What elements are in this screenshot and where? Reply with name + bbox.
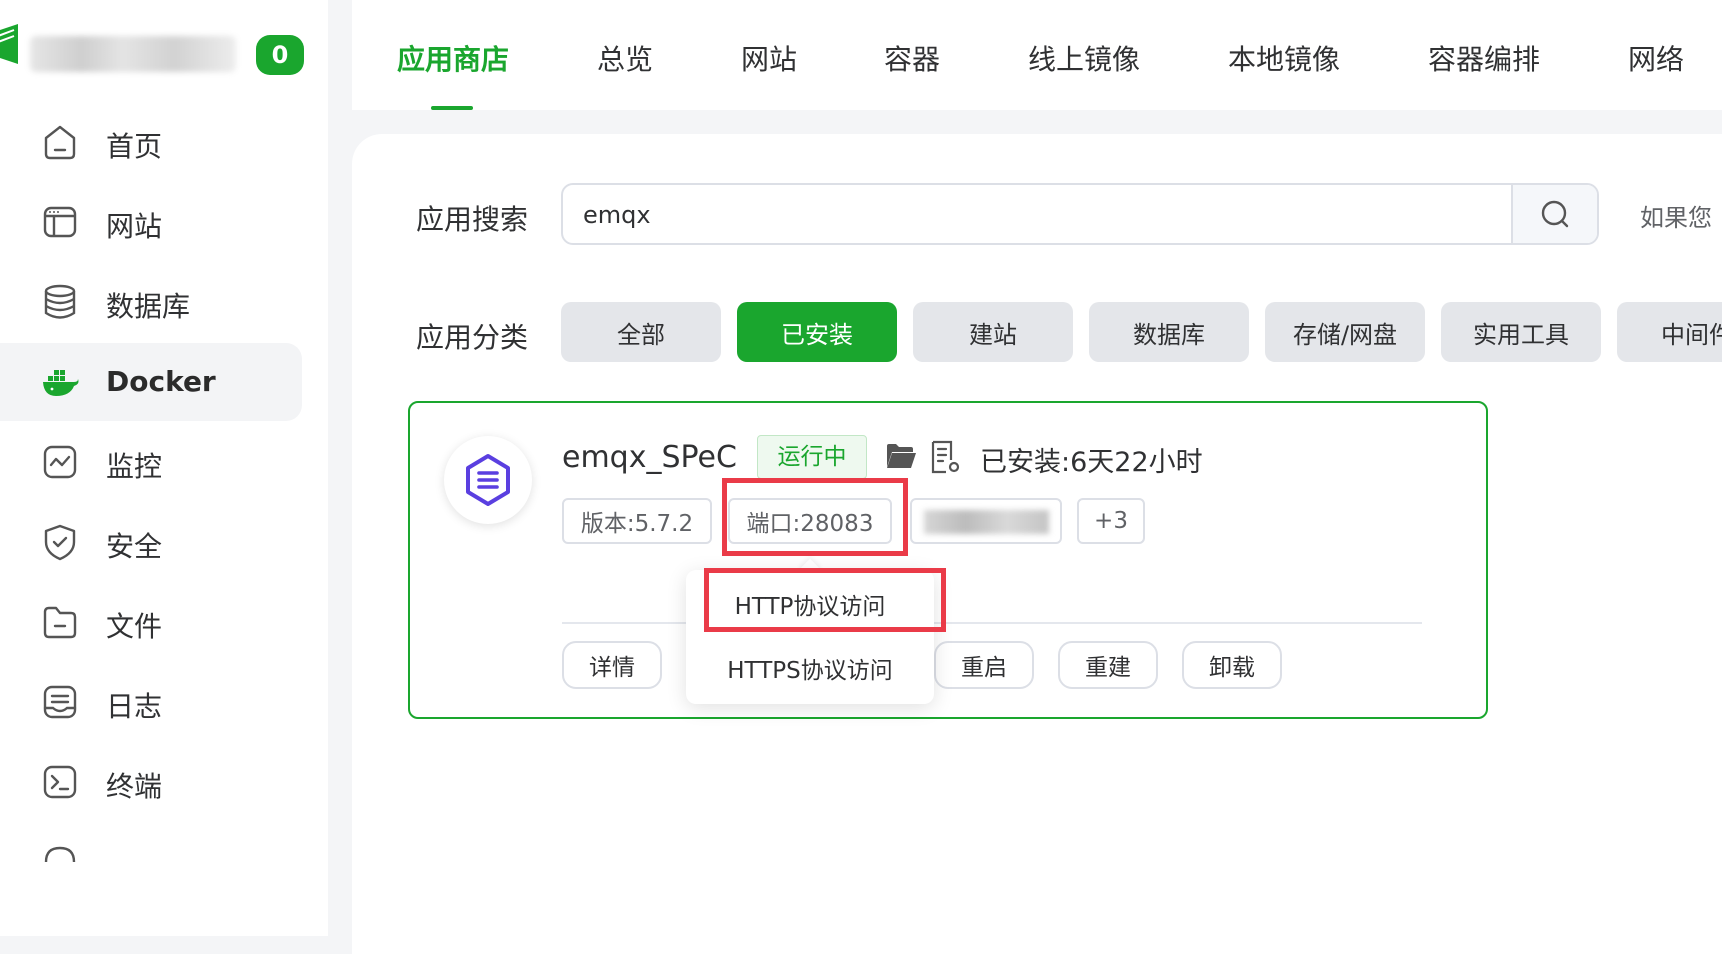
installed-duration: 已安装:6天22小时 xyxy=(980,447,1203,478)
tab-online-images[interactable]: 线上镜像 xyxy=(1028,38,1140,78)
sidebar-item-security[interactable]: 安全 xyxy=(0,503,302,581)
emqx-logo-icon xyxy=(466,454,510,506)
https-access-item[interactable]: HTTPS协议访问 xyxy=(686,640,934,696)
sidebar-item-label: 安全 xyxy=(106,530,163,563)
blurred-tag xyxy=(910,498,1062,544)
search-box xyxy=(561,183,1599,245)
logo-name-blurred xyxy=(30,36,236,72)
details-button[interactable]: 详情 xyxy=(562,641,662,689)
sidebar-item-logs[interactable]: 日志 xyxy=(0,663,302,741)
uninstall-button[interactable]: 卸载 xyxy=(1182,641,1282,689)
more-tags-button[interactable]: +3 xyxy=(1077,498,1145,544)
search-icon xyxy=(1541,200,1569,228)
category-label: 应用分类 xyxy=(416,321,529,354)
search-input[interactable] xyxy=(581,197,1465,233)
shield-icon xyxy=(44,524,76,561)
status-badge: 运行中 xyxy=(757,435,867,479)
sidebar-item-label: 网站 xyxy=(106,210,163,243)
tab-local-images[interactable]: 本地镜像 xyxy=(1228,38,1340,78)
website-icon xyxy=(43,206,77,238)
sidebar-item-terminal[interactable]: 终端 xyxy=(0,743,302,821)
tab-overview[interactable]: 总览 xyxy=(597,38,653,78)
database-icon xyxy=(44,284,76,319)
sidebar-item-more[interactable] xyxy=(0,823,302,901)
folder-icon xyxy=(43,606,77,639)
partial-icon xyxy=(44,846,76,863)
folder-open-icon[interactable] xyxy=(886,443,916,469)
log-icon xyxy=(43,685,77,719)
version-tag: 版本:5.7.2 xyxy=(562,498,712,544)
category-storage-button[interactable]: 存储/网盘 xyxy=(1265,302,1425,362)
category-installed-button[interactable]: 已安装 xyxy=(737,302,897,362)
sidebar-item-docker[interactable]: Docker xyxy=(0,343,302,421)
category-website-button[interactable]: 建站 xyxy=(913,302,1073,362)
search-label: 应用搜索 xyxy=(416,203,529,236)
app-logo xyxy=(444,436,532,524)
port-dropdown-menu: HTTP协议访问 HTTPS协议访问 xyxy=(686,570,934,704)
sidebar-item-label: 文件 xyxy=(106,610,163,643)
docker-icon xyxy=(43,370,79,396)
category-all-button[interactable]: 全部 xyxy=(561,302,721,362)
sidebar-item-files[interactable]: 文件 xyxy=(0,583,302,661)
port-tag[interactable]: 端口:28083 xyxy=(728,498,892,544)
sidebar-item-label: 终端 xyxy=(106,770,163,803)
tab-active-underline xyxy=(431,106,473,110)
notification-badge[interactable]: 0 xyxy=(256,35,304,75)
sidebar-item-label: 日志 xyxy=(106,690,163,723)
category-tools-button[interactable]: 实用工具 xyxy=(1441,302,1601,362)
sidebar-item-database[interactable]: 数据库 xyxy=(0,263,302,341)
home-icon xyxy=(44,125,76,160)
search-button[interactable] xyxy=(1511,185,1597,243)
sidebar-item-label: 首页 xyxy=(106,130,163,163)
restart-button[interactable]: 重启 xyxy=(934,641,1034,689)
logo-row: 0 xyxy=(0,14,328,76)
category-middleware-button[interactable]: 中间件 xyxy=(1617,302,1722,362)
sidebar: 0 首页 网站 数据库 Docker 监控 安全 文件 日志 终端 xyxy=(0,0,328,936)
category-database-button[interactable]: 数据库 xyxy=(1089,302,1249,362)
tab-compose[interactable]: 容器编排 xyxy=(1428,38,1540,78)
tab-website[interactable]: 网站 xyxy=(741,38,797,78)
app-name: emqx_SPeC xyxy=(562,440,737,475)
sidebar-item-monitor[interactable]: 监控 xyxy=(0,423,302,501)
sidebar-item-website[interactable]: 网站 xyxy=(0,183,302,261)
tab-app-store[interactable]: 应用商店 xyxy=(397,38,509,78)
http-access-item[interactable]: HTTP协议访问 xyxy=(686,576,934,632)
sidebar-item-label: Docker xyxy=(106,365,216,398)
sidebar-item-home[interactable]: 首页 xyxy=(0,103,302,181)
rebuild-button[interactable]: 重建 xyxy=(1058,641,1158,689)
sidebar-item-label: 数据库 xyxy=(106,290,191,323)
tab-containers[interactable]: 容器 xyxy=(884,38,940,78)
monitor-icon xyxy=(43,445,77,479)
blurred-content xyxy=(924,510,1049,534)
document-settings-icon[interactable] xyxy=(930,440,962,474)
tab-network[interactable]: 网络 xyxy=(1628,38,1684,78)
terminal-icon xyxy=(43,765,77,799)
search-hint-text: 如果您 xyxy=(1640,204,1712,232)
logo-icon xyxy=(0,24,18,64)
sidebar-item-label: 监控 xyxy=(106,450,163,483)
